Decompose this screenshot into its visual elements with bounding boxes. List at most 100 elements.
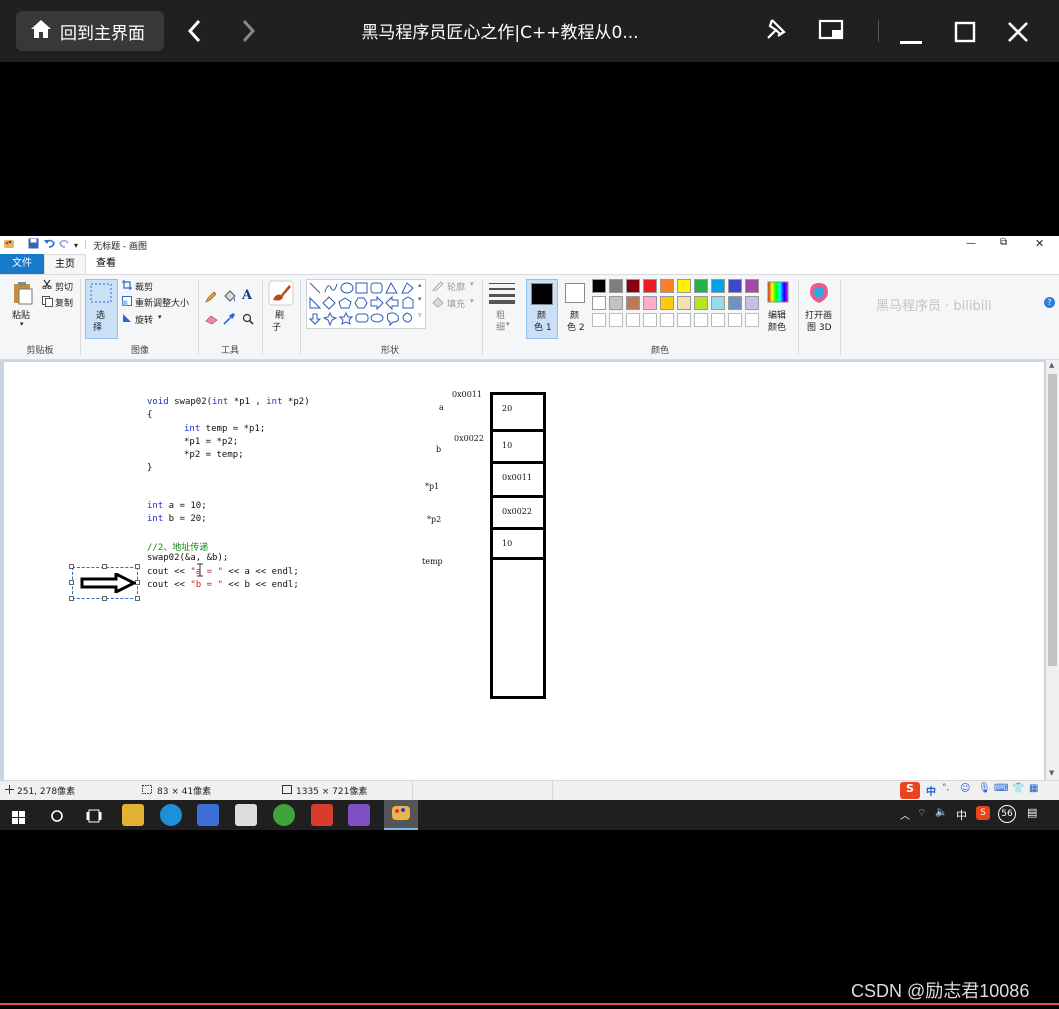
save-icon[interactable] [28, 238, 39, 252]
keyboard-icon[interactable]: ⌨ [994, 783, 1008, 794]
video-frame[interactable]: ▾ | 无标题 - 画图 — ⧉ ✕ 文件 主页 查看 黑马程序员 · bili… [0, 236, 1059, 830]
palette-swatch[interactable] [609, 296, 623, 310]
palette-swatch[interactable] [609, 279, 623, 293]
color2-swatch[interactable] [565, 283, 585, 303]
tab-file[interactable]: 文件 [0, 254, 44, 274]
palette-swatch[interactable] [728, 296, 742, 310]
palette-swatch[interactable] [745, 296, 759, 310]
vertical-scrollbar[interactable]: ▲ ▼ [1046, 360, 1059, 780]
notification-icon[interactable]: ▤ [1027, 806, 1037, 819]
close-icon[interactable] [1007, 21, 1029, 47]
selection-handle[interactable] [69, 564, 74, 569]
skin-icon[interactable]: 👕 [1012, 783, 1024, 794]
tray-badge[interactable]: 56 [998, 805, 1016, 823]
palette-swatch[interactable] [728, 279, 742, 293]
palette-swatch-empty[interactable] [694, 313, 708, 327]
fill-icon[interactable] [432, 297, 444, 311]
palette-swatch[interactable] [660, 296, 674, 310]
drawing-canvas[interactable]: void swap02(int *p1 , int *p2) { int tem… [4, 362, 1044, 780]
visual-studio-icon[interactable] [348, 804, 370, 826]
tray-expand-icon[interactable]: ︿ [900, 807, 910, 822]
resize-label[interactable]: 重新调整大小 [135, 296, 189, 309]
crop-label[interactable]: 裁剪 [135, 280, 153, 293]
windows-start-icon[interactable] [12, 809, 25, 828]
redo-icon[interactable] [59, 238, 70, 252]
selection-handle[interactable] [135, 564, 140, 569]
edge-browser-icon[interactable] [160, 804, 182, 826]
network-icon[interactable]: ⌔ [917, 807, 926, 820]
toolbox-icon[interactable]: ▦ [1029, 783, 1038, 794]
fill-bucket-icon[interactable] [223, 290, 236, 306]
selection-handle[interactable] [69, 580, 74, 585]
paint-close-icon[interactable]: ✕ [1035, 237, 1044, 250]
file-explorer-icon[interactable] [122, 804, 144, 826]
paint-minimize-icon[interactable]: — [966, 238, 976, 249]
scroll-down-icon[interactable]: ▼ [1049, 769, 1054, 777]
app-green-icon[interactable] [273, 804, 295, 826]
select-label-2[interactable]: 择 [93, 320, 102, 333]
mini-window-icon[interactable] [818, 18, 846, 48]
palette-swatch[interactable] [711, 279, 725, 293]
paint3d-label-2[interactable]: 图 3D [807, 320, 832, 333]
volume-icon[interactable]: 🔈 [935, 807, 947, 818]
rotate-icon[interactable] [122, 313, 133, 326]
back-to-home-button[interactable]: 回到主界面 [16, 11, 164, 51]
tab-home[interactable]: 主页 [44, 254, 86, 274]
sogou-ime-icon[interactable]: S [900, 782, 920, 799]
paste-dropdown-icon[interactable]: ▾ [20, 320, 24, 328]
size-dropdown-icon[interactable]: ▾ [506, 320, 510, 328]
emoji-icon[interactable]: ☺ [960, 783, 970, 794]
palette-swatch-empty[interactable] [626, 313, 640, 327]
search-icon[interactable] [50, 808, 64, 827]
copy-icon[interactable] [42, 296, 53, 310]
playback-progress-bar[interactable] [0, 1003, 1059, 1005]
rotate-dropdown-icon[interactable]: ▾ [158, 313, 162, 321]
help-icon[interactable]: ? [1044, 297, 1055, 308]
xmind-icon[interactable] [311, 804, 333, 826]
minimize-icon[interactable] [900, 30, 922, 49]
palette-swatch[interactable] [694, 296, 708, 310]
forward-arrow-icon[interactable] [240, 17, 256, 49]
outline-dropdown-icon[interactable]: ▾ [470, 280, 474, 288]
selection-handle[interactable] [69, 596, 74, 601]
baidu-netdisk-icon[interactable] [197, 804, 219, 826]
maximize-icon[interactable] [954, 21, 976, 47]
tab-view[interactable]: 查看 [86, 254, 126, 274]
palette-swatch[interactable] [592, 296, 606, 310]
magnifier-icon[interactable] [242, 313, 254, 328]
scroll-up-icon[interactable]: ▲ [1049, 361, 1054, 369]
palette-swatch-empty[interactable] [643, 313, 657, 327]
ime-mode-chinese[interactable]: 中 [926, 783, 936, 798]
paste-icon[interactable] [12, 281, 34, 308]
palette-swatch[interactable] [694, 279, 708, 293]
cut-label[interactable]: 剪切 [55, 280, 73, 293]
palette-swatch[interactable] [626, 296, 640, 310]
palette-swatch[interactable] [643, 279, 657, 293]
palette-swatch-empty[interactable] [609, 313, 623, 327]
shapes-scroll-up-icon[interactable]: ▴ [418, 281, 422, 289]
shapes-gallery[interactable] [306, 279, 426, 329]
selection-handle[interactable] [102, 564, 107, 569]
crop-icon[interactable] [122, 280, 132, 293]
task-view-icon[interactable] [86, 808, 102, 827]
palette-swatch[interactable] [677, 279, 691, 293]
punctuation-icon[interactable]: °, [942, 783, 949, 793]
eraser-icon[interactable] [205, 315, 218, 328]
shapes-expand-icon[interactable]: ▿ [418, 311, 422, 319]
paint-taskbar-icon[interactable] [384, 800, 418, 830]
size-icon[interactable] [489, 282, 515, 307]
palette-swatch-empty[interactable] [592, 313, 606, 327]
outline-label[interactable]: 轮廓 [447, 280, 465, 293]
palette-swatch[interactable] [677, 296, 691, 310]
palette-swatch[interactable] [626, 279, 640, 293]
cut-icon[interactable] [42, 279, 52, 292]
color2-label-2[interactable]: 色 2 [567, 320, 585, 333]
shapes-scroll-down-icon[interactable]: ▾ [418, 295, 422, 303]
rotate-label[interactable]: 旋转 [135, 313, 153, 326]
palette-swatch[interactable] [711, 296, 725, 310]
brush-label-2[interactable]: 子 [272, 320, 281, 333]
edit-colors-label-2[interactable]: 颜色 [768, 320, 786, 333]
palette-swatch[interactable] [643, 296, 657, 310]
palette-swatch-empty[interactable] [728, 313, 742, 327]
color1-label-2[interactable]: 色 1 [534, 320, 552, 333]
